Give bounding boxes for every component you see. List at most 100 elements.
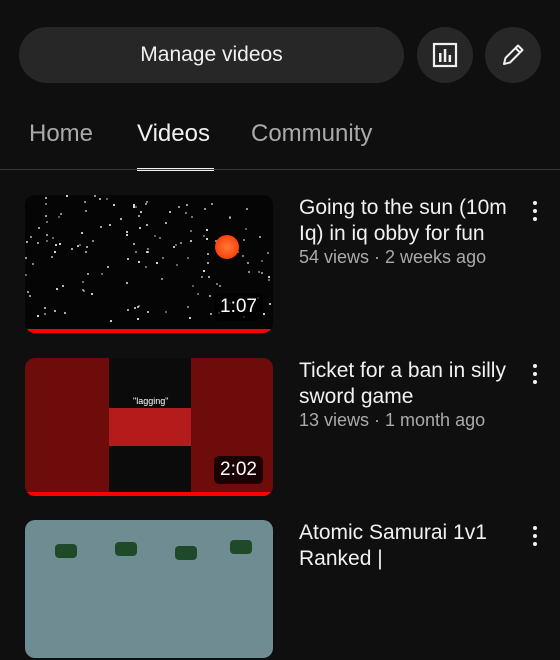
thumbnail-star [55,244,57,246]
thumbnail-star [101,273,103,275]
edit-channel-button[interactable] [485,27,541,83]
thumbnail-star [162,257,164,259]
video-options-button[interactable] [526,360,544,388]
thumbnail-star [203,270,205,272]
thumbnail-star [84,201,86,203]
thumbnail-star [81,232,83,234]
thumbnail-star [201,276,203,278]
thumbnail-star [259,236,261,238]
thumbnail-star [154,235,156,237]
thumbnail-star [185,212,187,214]
thumbnail-star [211,203,213,205]
thumbnail-star [127,309,129,311]
thumbnail-star [173,246,175,248]
more-vert-icon [533,526,537,530]
thumbnail-star [71,248,73,250]
video-title[interactable]: Going to the sun (10m Iq) in iq obby for… [299,195,521,247]
thumbnail-star [138,215,140,217]
thumbnail-star [77,245,79,247]
thumbnail-star [60,213,62,215]
video-title[interactable]: Atomic Samurai 1v1 Ranked | [299,520,521,572]
thumbnail-star [134,307,136,309]
thumbnail-star [85,251,87,253]
thumbnail-star [109,224,111,226]
video-thumbnail[interactable] [25,520,273,658]
thumbnail-star [127,258,129,260]
thumbnail-star [137,318,139,320]
thumbnail-star [203,235,205,237]
thumbnail-star [146,224,148,226]
thumbnail-star [206,229,208,231]
thumbnail-star [147,248,149,250]
thumbnail-star [126,282,128,284]
manage-videos-label: Manage videos [140,43,283,66]
thumbnail-star [229,216,231,218]
thumbnail-star [268,276,270,278]
thumbnail-star [85,210,87,212]
thumbnail-star [190,230,192,232]
video-options-button[interactable] [526,197,544,225]
thumbnail-star [44,307,46,309]
thumbnail-star [83,290,85,292]
thumbnail-star [94,195,96,197]
channel-header: Manage videos [0,0,560,110]
thumbnail-star [267,252,269,254]
thumbnail-star [45,197,47,199]
thumbnail-star [126,234,128,236]
thumbnail-star [87,273,89,275]
thumbnail-star [52,237,54,239]
video-meta: 13 views · 1 month ago [299,410,486,430]
thumbnail-star [139,227,141,229]
thumbnail-star [79,244,81,246]
video-options-button[interactable] [526,522,544,550]
thumbnail-star [100,226,102,228]
thumbnail-star [38,227,40,229]
thumbnail-star [46,234,48,236]
video-title[interactable]: Ticket for a ban in silly sword game [299,358,521,410]
thumbnail-star [209,295,211,297]
thumbnail-star [26,241,28,243]
video-thumbnail[interactable]: "lagging" 2:02 [25,358,273,496]
watch-progress-bar [25,492,273,496]
video-item[interactable]: 1:07 Going to the sun (10m Iq) in iq obb… [0,195,560,335]
tab-community[interactable]: Community [251,120,372,148]
thumbnail-star [110,320,112,322]
thumbnail-star [156,262,158,264]
thumbnail-star [261,260,263,262]
thumbnail-star [191,216,193,218]
thumbnail-star [120,218,122,220]
thumbnail-star [145,203,147,205]
thumbnail-star [204,208,206,210]
thumbnail-star [45,215,47,217]
thumbnail-star [246,208,248,210]
video-item[interactable]: "lagging" 2:02 Ticket for a ban in silly… [0,358,560,498]
thumbnail-caption: "lagging" [133,396,169,406]
thumbnail-star [99,198,101,200]
thumbnail-star [208,276,210,278]
thumbnail-star [206,238,208,240]
tab-home[interactable]: Home [29,120,93,148]
thumbnail-star [243,239,245,241]
tab-videos[interactable]: Videos [137,120,210,148]
thumbnail-star [25,257,27,259]
thumbnail-star [242,255,244,257]
thumbnail-star [54,251,56,253]
video-thumbnail[interactable]: 1:07 [25,195,273,333]
analytics-button[interactable] [417,27,473,83]
video-item[interactable]: Atomic Samurai 1v1 Ranked | [0,520,560,660]
thumbnail-star [216,283,218,285]
thumbnail-star [46,240,48,242]
thumbnail-star [247,262,249,264]
analytics-icon [432,42,458,68]
channel-tabs: Home Videos Community [0,110,560,171]
thumbnail-star [133,243,135,245]
watch-progress-bar [25,329,273,333]
thumbnail-star [29,295,31,297]
thumbnail-star [187,257,189,259]
thumbnail-star [56,288,58,290]
video-meta: 54 views · 2 weeks ago [299,247,487,267]
thumbnail-star [59,243,61,245]
thumbnail-star [126,231,128,233]
thumbnail-star [268,279,270,281]
manage-videos-button[interactable]: Manage videos [19,27,404,83]
